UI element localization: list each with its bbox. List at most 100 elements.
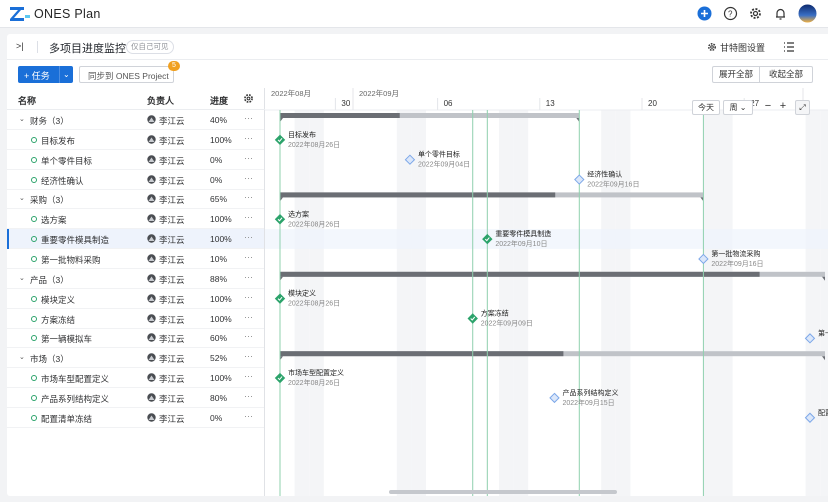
owner-name: 李江云	[159, 254, 185, 265]
owner-avatar-icon	[147, 154, 156, 164]
chevron-down-icon[interactable]: ⌄	[19, 115, 25, 123]
owner-name: 李江云	[159, 354, 185, 365]
sync-project-button[interactable]: 同步到 ONES Project	[79, 66, 174, 83]
task-row[interactable]: 目标发布 李江云 100% ···	[7, 130, 264, 150]
group-progress	[280, 192, 556, 198]
chevron-down-icon[interactable]: ⌄	[19, 194, 25, 202]
group-row[interactable]: ⌄ 财务（3） 李江云 40% ···	[7, 110, 264, 130]
milestone-label: 目标发布	[288, 130, 316, 139]
help-icon[interactable]: ?	[723, 6, 738, 21]
milestone-label: 选方案	[288, 209, 309, 218]
more-icon[interactable]: ···	[244, 133, 253, 143]
owner-name: 李江云	[159, 374, 185, 385]
task-row[interactable]: 产品系列结构定义 李江云 80% ···	[7, 388, 264, 408]
task-row[interactable]: 第一辆模拟车 李江云 60% ···	[7, 328, 264, 349]
task-row[interactable]: 模块定义 李江云 100% ···	[7, 289, 264, 309]
milestone-dot-icon	[31, 236, 37, 243]
milestone-dot-icon	[31, 295, 37, 302]
task-row[interactable]: 方案冻结 李江云 100% ···	[7, 309, 264, 329]
more-icon[interactable]: ···	[244, 212, 253, 222]
today-button[interactable]: 今天	[692, 100, 720, 115]
milestone-marker[interactable]	[549, 392, 560, 404]
more-icon[interactable]: ···	[244, 173, 253, 183]
month-label: 2022年09月	[359, 88, 399, 98]
scale-value: 周	[729, 103, 738, 112]
weekend-column	[513, 110, 529, 496]
task-row[interactable]: 第一批物料采购 李江云 10% ···	[7, 249, 264, 269]
milestone-marker[interactable]	[274, 214, 286, 225]
owner-name: 李江云	[159, 215, 185, 226]
main-card: >| 多项目进度监控 仅自己可见 甘特图设置 + 任务 ⌄ 同步到 ONES P…	[7, 34, 828, 496]
task-name: 经济性确认	[41, 175, 84, 186]
add-task-button[interactable]: + 任务 ⌄	[18, 66, 73, 83]
group-row[interactable]: ⌄ 产品（3） 李江云 88% ···	[7, 269, 264, 289]
milestone-label: 单个零件目标	[418, 150, 460, 159]
task-row[interactable]: 市场车型配置定义 李江云 100% ···	[7, 368, 264, 389]
milestone-marker[interactable]	[574, 174, 585, 185]
zoom-in-button[interactable]: +	[776, 100, 790, 115]
more-icon[interactable]: ···	[244, 192, 253, 202]
more-icon[interactable]: ···	[244, 153, 253, 163]
collapse-sidebar-icon[interactable]: >|	[16, 41, 24, 51]
group-progress	[280, 271, 760, 277]
fullscreen-icon[interactable]: ⤢	[795, 100, 810, 115]
milestone-label: 第一批物流采购	[711, 249, 760, 258]
progress-value: 60%	[210, 333, 228, 344]
chevron-down-icon[interactable]: ⌄	[63, 70, 70, 79]
add-icon[interactable]	[697, 6, 712, 21]
milestone-marker[interactable]	[274, 134, 286, 146]
page-header: >| 多项目进度监控 仅自己可见 甘特图设置	[7, 34, 828, 60]
progress-value: 100%	[210, 373, 232, 384]
task-row[interactable]: 选方案 李江云 100% ···	[7, 209, 264, 230]
progress-value: 0%	[210, 412, 223, 423]
group-row[interactable]: ⌄ 市场（3） 李江云 52% ···	[7, 348, 264, 369]
progress-value: 100%	[210, 313, 232, 324]
task-row[interactable]: 单个零件目标 李江云 0% ···	[7, 150, 264, 170]
milestone-dot-icon	[31, 394, 37, 401]
more-icon[interactable]: ···	[244, 113, 253, 123]
milestone-date: 2022年09月04日	[418, 160, 470, 169]
milestone-date: 2022年08月26日	[288, 140, 340, 149]
task-row[interactable]: 经济性确认 李江云 0% ···	[7, 170, 264, 190]
button-divider	[59, 66, 60, 83]
more-icon[interactable]: ···	[244, 292, 253, 302]
column-settings-icon[interactable]	[243, 93, 254, 104]
milestone-marker[interactable]	[467, 313, 478, 324]
visibility-badge: 仅自己可见	[126, 40, 174, 54]
group-row[interactable]: ⌄ 采购（3） 李江云 65% ···	[7, 189, 264, 210]
milestone-date: 2022年08月26日	[288, 378, 340, 387]
chevron-down-icon[interactable]: ⌄	[19, 353, 25, 361]
settings-icon[interactable]	[748, 6, 763, 21]
more-icon[interactable]: ···	[244, 371, 253, 381]
zoom-out-button[interactable]: −	[761, 100, 775, 115]
task-name: 重要零件模具制造	[41, 235, 110, 246]
more-icon[interactable]: ···	[244, 351, 253, 361]
more-icon[interactable]: ···	[244, 411, 253, 421]
scale-select[interactable]: 周 ⌄	[723, 100, 753, 115]
expand-all-button[interactable]: 展开全部	[712, 66, 760, 83]
page-title: 多项目进度监控	[49, 43, 126, 55]
top-bar: ONES Plan ?	[0, 0, 828, 28]
more-icon[interactable]: ···	[244, 252, 253, 262]
collapse-all-button[interactable]: 收起全部	[759, 66, 813, 83]
bell-icon[interactable]	[773, 6, 788, 21]
more-icon[interactable]: ···	[244, 232, 253, 242]
gantt-scrollbar[interactable]	[389, 490, 617, 494]
more-icon[interactable]: ···	[244, 391, 253, 401]
milestone-marker[interactable]	[274, 372, 286, 384]
milestone-marker[interactable]	[274, 293, 286, 304]
more-icon[interactable]: ···	[244, 331, 253, 341]
owner-avatar-icon	[147, 333, 156, 343]
more-icon[interactable]: ···	[244, 272, 253, 282]
list-view-icon[interactable]	[783, 41, 795, 53]
task-row[interactable]: 重要零件模具制造 李江云 100% ···	[7, 229, 264, 250]
milestone-date: 2022年08月26日	[288, 299, 340, 308]
gantt-settings-button[interactable]: 甘特图设置	[707, 40, 765, 54]
task-name: 配置清单冻结	[41, 413, 93, 424]
milestone-date: 2022年09月10日	[495, 239, 547, 248]
task-row[interactable]: 配置清单冻结 李江云 0% ···	[7, 408, 264, 428]
task-name: 产品（3）	[30, 274, 69, 285]
user-avatar[interactable]	[798, 4, 817, 23]
more-icon[interactable]: ···	[244, 312, 253, 322]
chevron-down-icon[interactable]: ⌄	[19, 274, 25, 282]
